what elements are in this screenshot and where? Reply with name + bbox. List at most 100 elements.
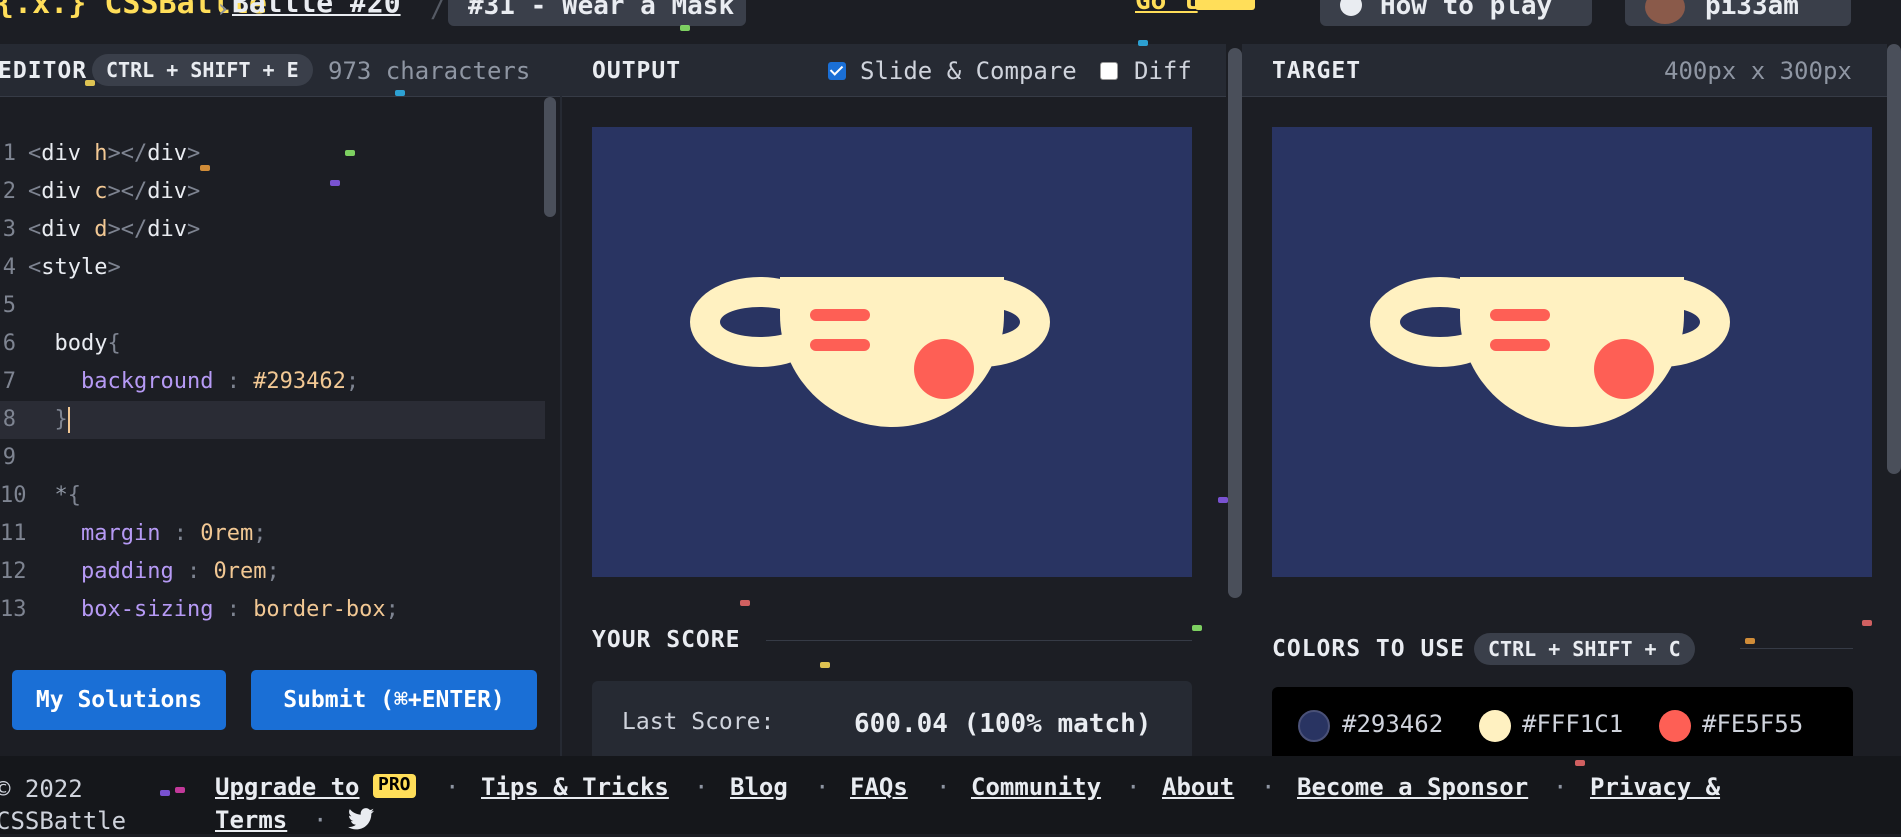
copyright-owner: CSSBattle — [0, 807, 127, 835]
blog-link[interactable]: Blog — [730, 773, 788, 801]
footer-separator: · — [936, 773, 951, 801]
output-header: OUTPUT Slide & Compare Diff — [562, 44, 1226, 97]
score-divider — [766, 640, 1192, 641]
code-line[interactable]: 3 <div d></div> — [0, 211, 545, 249]
code-line[interactable]: 10 *{ — [0, 477, 545, 515]
user-menu[interactable]: pi33am — [1625, 0, 1851, 26]
swatch-red[interactable] — [1659, 710, 1691, 742]
confetti — [1862, 620, 1872, 626]
text-cursor — [67, 407, 70, 433]
footer-separator: · — [815, 773, 830, 801]
code-line-active[interactable]: 8 } — [0, 401, 545, 439]
footer-separator: · — [694, 773, 709, 801]
panel-divider[interactable] — [560, 44, 562, 756]
code-line[interactable]: 7 background : #293462; — [0, 363, 545, 401]
mask-body — [1460, 277, 1684, 427]
confetti — [1218, 497, 1228, 503]
privacy-link[interactable]: Privacy & — [1590, 773, 1720, 801]
confetti — [160, 790, 170, 796]
swatch-label[interactable]: #FE5F55 — [1702, 710, 1803, 738]
slide-compare-checkbox[interactable] — [828, 62, 846, 80]
code-line[interactable]: 5 — [0, 287, 545, 325]
editor-title: EDITOR — [0, 58, 88, 84]
copyright: © 2022 CSSBattle — [0, 773, 126, 837]
code-line[interactable]: 1 <div h></div> — [0, 135, 545, 173]
code-line[interactable]: 9 — [0, 439, 545, 477]
output-preview[interactable] — [592, 127, 1192, 577]
line-number: 9 — [2, 445, 16, 470]
code-line[interactable]: 13 box-sizing : border-box; — [0, 591, 545, 629]
code-line[interactable]: 6 body{ — [0, 325, 545, 363]
mask-dot — [914, 339, 974, 399]
target-dimensions: 400px x 300px — [1664, 57, 1852, 85]
line-number: 13 — [0, 597, 27, 622]
score-box: Last Score: 600.04 (100% match) — [592, 681, 1192, 761]
tips-link[interactable]: Tips & Tricks — [481, 773, 669, 801]
editor-scrollbar[interactable] — [544, 97, 556, 217]
pro-badge[interactable]: PRO — [373, 774, 416, 798]
target-select[interactable]: #31 - Wear a Mask — [448, 0, 746, 26]
confetti — [1575, 760, 1585, 766]
confetti — [330, 180, 340, 186]
confetti — [85, 80, 95, 86]
colors-title: COLORS TO USE — [1272, 636, 1466, 662]
colors-divider — [1740, 648, 1853, 649]
terms-link[interactable]: Terms — [215, 806, 287, 834]
swatch-navy[interactable] — [1298, 710, 1330, 742]
target-image — [1272, 127, 1872, 577]
confetti — [740, 600, 750, 606]
score-title: YOUR SCORE — [592, 627, 741, 653]
code-line[interactable]: 11 margin : 0rem; — [0, 515, 545, 553]
output-scrollbar[interactable] — [1228, 48, 1242, 598]
line-number: 8 — [2, 407, 16, 432]
faqs-link[interactable]: FAQs — [850, 773, 908, 801]
my-solutions-button[interactable]: My Solutions — [12, 670, 226, 730]
confetti — [395, 90, 405, 96]
diff-label[interactable]: Diff — [1134, 57, 1192, 85]
code-line[interactable]: 12 padding : 0rem; — [0, 553, 545, 591]
line-number: 5 — [2, 293, 16, 318]
code-editor[interactable]: 1 <div h></div> 2 <div c></div> 3 <div d></… — [0, 97, 560, 650]
page-scrollbar[interactable] — [1887, 44, 1901, 474]
line-number: 4 — [2, 255, 16, 280]
info-icon — [1340, 0, 1362, 16]
last-score-value: 600.04 (100% match) — [854, 709, 1152, 739]
mask-dot — [1594, 339, 1654, 399]
how-to-play-button[interactable]: How to play — [1320, 0, 1592, 26]
confetti — [680, 25, 690, 31]
about-link[interactable]: About — [1162, 773, 1234, 801]
footer-separator: · — [1261, 773, 1276, 801]
mask-line — [810, 309, 870, 321]
line-number: 10 — [0, 483, 27, 508]
editor-header: EDITOR CTRL + SHIFT + E 973 characters — [0, 44, 560, 97]
confetti — [200, 165, 210, 171]
diff-checkbox[interactable] — [1100, 62, 1118, 80]
swatch-label[interactable]: #293462 — [1342, 710, 1443, 738]
sponsor-link[interactable]: Become a Sponsor — [1297, 773, 1528, 801]
line-number: 7 — [2, 369, 16, 394]
character-count: 973 characters — [328, 57, 531, 85]
top-bar: {.x.} CSSBattle › Battle #20 / #31 - Wea… — [0, 0, 1901, 42]
line-number: 2 — [2, 179, 16, 204]
swatch-cream[interactable] — [1479, 710, 1511, 742]
twitter-icon[interactable] — [348, 808, 374, 830]
target-title: TARGET — [1272, 58, 1362, 84]
confetti — [175, 787, 185, 793]
mask-line — [1490, 339, 1550, 351]
swatch-label[interactable]: #FFF1C1 — [1522, 710, 1623, 738]
confetti — [1745, 638, 1755, 644]
line-number: 6 — [2, 331, 16, 356]
code-line[interactable]: 2 <div c></div> — [0, 173, 545, 211]
targets-badge — [1195, 0, 1255, 10]
slide-compare-label[interactable]: Slide & Compare — [860, 57, 1077, 85]
confetti — [345, 150, 355, 156]
targets-link[interactable]: Go t — [1135, 0, 1198, 16]
community-link[interactable]: Community — [971, 773, 1101, 801]
code-line[interactable]: 4 <style> — [0, 249, 545, 287]
footer-separator: · — [445, 773, 460, 801]
line-number: 11 — [0, 521, 27, 546]
upgrade-link[interactable]: Upgrade to — [215, 773, 360, 801]
submit-button[interactable]: Submit (⌘+ENTER) — [251, 670, 537, 730]
confetti — [1138, 40, 1148, 46]
battle-link[interactable]: Battle #20 — [232, 0, 401, 19]
